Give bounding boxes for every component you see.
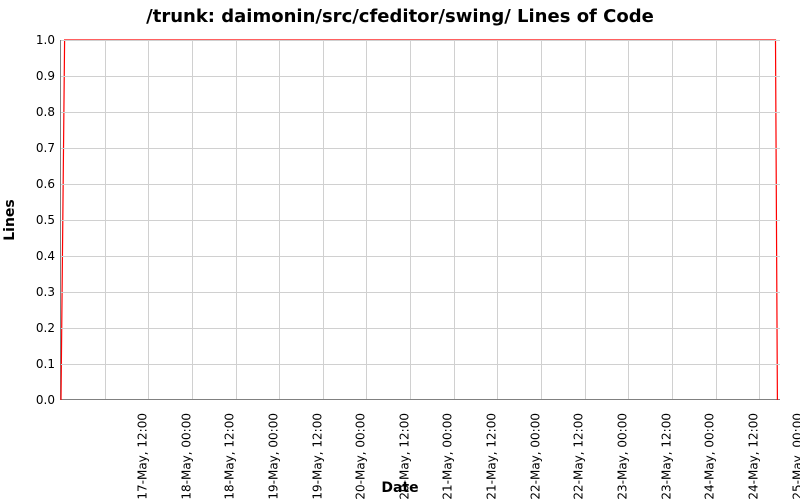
x-gridline (716, 40, 717, 399)
x-tick-label: 19-May, 00:00 (267, 413, 281, 500)
x-gridline (585, 40, 586, 399)
x-tick-label: 22-May, 12:00 (572, 413, 586, 500)
x-gridline (192, 40, 193, 399)
plot-area (60, 40, 780, 400)
x-tick-label: 21-May, 00:00 (441, 413, 455, 500)
y-tick-label: 0.7 (10, 141, 55, 155)
y-tick-label: 0.3 (10, 285, 55, 299)
x-gridline (410, 40, 411, 399)
y-tick-label: 0.2 (10, 321, 55, 335)
x-gridline (497, 40, 498, 399)
y-tick-label: 0.0 (10, 393, 55, 407)
x-tick-label: 18-May, 00:00 (179, 413, 193, 500)
chart-title: /trunk: daimonin/src/cfeditor/swing/ Lin… (0, 6, 800, 27)
x-gridline (148, 40, 149, 399)
y-tick-label: 0.9 (10, 69, 55, 83)
x-gridline (628, 40, 629, 399)
x-gridline (105, 40, 106, 399)
y-tick-label: 0.8 (10, 105, 55, 119)
chart-container: /trunk: daimonin/src/cfeditor/swing/ Lin… (0, 0, 800, 500)
x-gridline (236, 40, 237, 399)
y-tick-label: 0.6 (10, 177, 55, 191)
x-tick-label: 24-May, 00:00 (703, 413, 717, 500)
x-gridline (672, 40, 673, 399)
x-tick-label: 17-May, 12:00 (136, 413, 150, 500)
x-tick-label: 23-May, 00:00 (616, 413, 630, 500)
x-tick-label: 18-May, 12:00 (223, 413, 237, 500)
x-tick-label: 20-May, 00:00 (354, 413, 368, 500)
x-tick-label: 20-May, 12:00 (397, 413, 411, 500)
x-gridline (323, 40, 324, 399)
x-gridline (759, 40, 760, 399)
x-tick-label: 22-May, 00:00 (528, 413, 542, 500)
y-tick-label: 1.0 (10, 33, 55, 47)
x-tick-label: 21-May, 12:00 (485, 413, 499, 500)
x-tick-label: 23-May, 12:00 (659, 413, 673, 500)
x-tick-label: 19-May, 12:00 (310, 413, 324, 500)
y-tick-label: 0.4 (10, 249, 55, 263)
y-tick-label: 0.1 (10, 357, 55, 371)
x-gridline (366, 40, 367, 399)
x-tick-label: 25-May, 00:00 (790, 413, 800, 500)
x-gridline (541, 40, 542, 399)
y-tick-label: 0.5 (10, 213, 55, 227)
x-gridline (279, 40, 280, 399)
x-gridline (454, 40, 455, 399)
x-tick-label: 24-May, 12:00 (747, 413, 761, 500)
